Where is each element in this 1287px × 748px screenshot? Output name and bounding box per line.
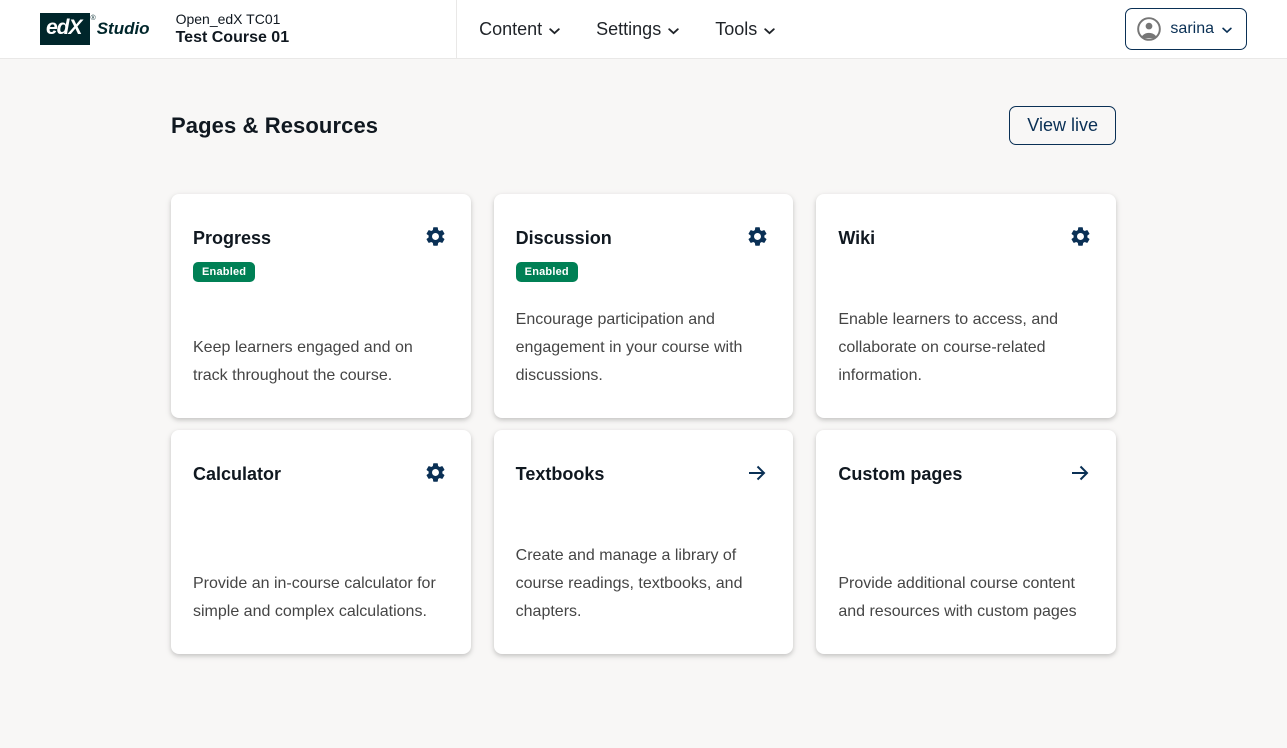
card-action-button[interactable]: [746, 225, 769, 248]
card-title: Discussion: [516, 228, 612, 249]
gear-icon: [1069, 236, 1092, 251]
course-title: Test Course 01: [176, 28, 290, 49]
nav-settings-label: Settings: [596, 19, 661, 40]
card-title: Textbooks: [516, 464, 605, 485]
card-title: Custom pages: [838, 464, 962, 485]
nav-tools-label: Tools: [715, 19, 757, 40]
enabled-badge: Enabled: [516, 262, 578, 282]
card-title: Progress: [193, 228, 271, 249]
course-info: Open_edX TC01 Test Course 01: [176, 10, 290, 49]
user-menu-button[interactable]: sarina: [1125, 8, 1247, 50]
username-label: sarina: [1170, 20, 1214, 38]
card-action-button[interactable]: [424, 225, 447, 248]
page-card[interactable]: Custom pages Provide additional course c…: [816, 430, 1116, 654]
page-card[interactable]: Wiki Enable learners to access, and coll…: [816, 194, 1116, 418]
gear-icon: [746, 236, 769, 251]
card-header: Progress: [193, 228, 447, 249]
trademark-symbol: ®: [91, 15, 96, 22]
page-card[interactable]: Progress Enabled Keep learners engaged a…: [171, 194, 471, 418]
avatar-icon: [1136, 16, 1162, 42]
chevron-down-icon: [668, 19, 679, 40]
course-org-run: Open_edX TC01: [176, 10, 290, 28]
card-description: Encourage participation and engagement i…: [516, 306, 770, 390]
nav-content-dropdown[interactable]: Content: [479, 19, 560, 40]
card-description: Create and manage a library of course re…: [516, 542, 770, 626]
edx-studio-logo[interactable]: edX ® Studio: [40, 13, 150, 45]
arrow-right-icon: [1068, 473, 1092, 488]
studio-logo-text: Studio: [97, 19, 150, 39]
nav-tools-dropdown[interactable]: Tools: [715, 19, 775, 40]
card-header: Custom pages: [838, 464, 1092, 485]
card-action-button[interactable]: [424, 461, 447, 484]
enabled-badge: Enabled: [193, 262, 255, 282]
gear-icon: [424, 236, 447, 251]
card-description: Provide additional course content and re…: [838, 570, 1092, 626]
view-live-button[interactable]: View live: [1009, 106, 1116, 145]
card-description: Provide an in-course calculator for simp…: [193, 570, 447, 626]
chevron-down-icon: [549, 19, 560, 40]
card-header: Discussion: [516, 228, 770, 249]
card-action-button[interactable]: [1068, 461, 1092, 485]
card-action-button[interactable]: [745, 461, 769, 485]
nav-settings-dropdown[interactable]: Settings: [596, 19, 679, 40]
edx-logo-mark: edX: [40, 13, 90, 45]
page-card[interactable]: Textbooks Create and manage a library of…: [494, 430, 794, 654]
chevron-down-icon: [1222, 22, 1232, 37]
page-card[interactable]: Calculator Provide an in-course calculat…: [171, 430, 471, 654]
card-header: Calculator: [193, 464, 447, 485]
chevron-down-icon: [764, 19, 775, 40]
card-description: Enable learners to access, and collabora…: [838, 306, 1092, 390]
cards-grid: Progress Enabled Keep learners engaged a…: [171, 194, 1116, 654]
gear-icon: [424, 472, 447, 487]
card-header: Textbooks: [516, 464, 770, 485]
arrow-right-icon: [745, 473, 769, 488]
page-card[interactable]: Discussion Enabled Encourage participati…: [494, 194, 794, 418]
nav-content-label: Content: [479, 19, 542, 40]
page-header: Pages & Resources View live: [171, 106, 1116, 145]
top-navbar: edX ® Studio Open_edX TC01 Test Course 0…: [0, 0, 1287, 59]
pages-resources-content: Pages & Resources View live Progress Ena…: [171, 59, 1116, 654]
page-title: Pages & Resources: [171, 113, 378, 139]
card-title: Wiki: [838, 228, 875, 249]
card-header: Wiki: [838, 228, 1092, 249]
card-title: Calculator: [193, 464, 281, 485]
card-description: Keep learners engaged and on track throu…: [193, 334, 447, 390]
main-nav: Content Settings Tools: [456, 0, 775, 59]
card-action-button[interactable]: [1069, 225, 1092, 248]
